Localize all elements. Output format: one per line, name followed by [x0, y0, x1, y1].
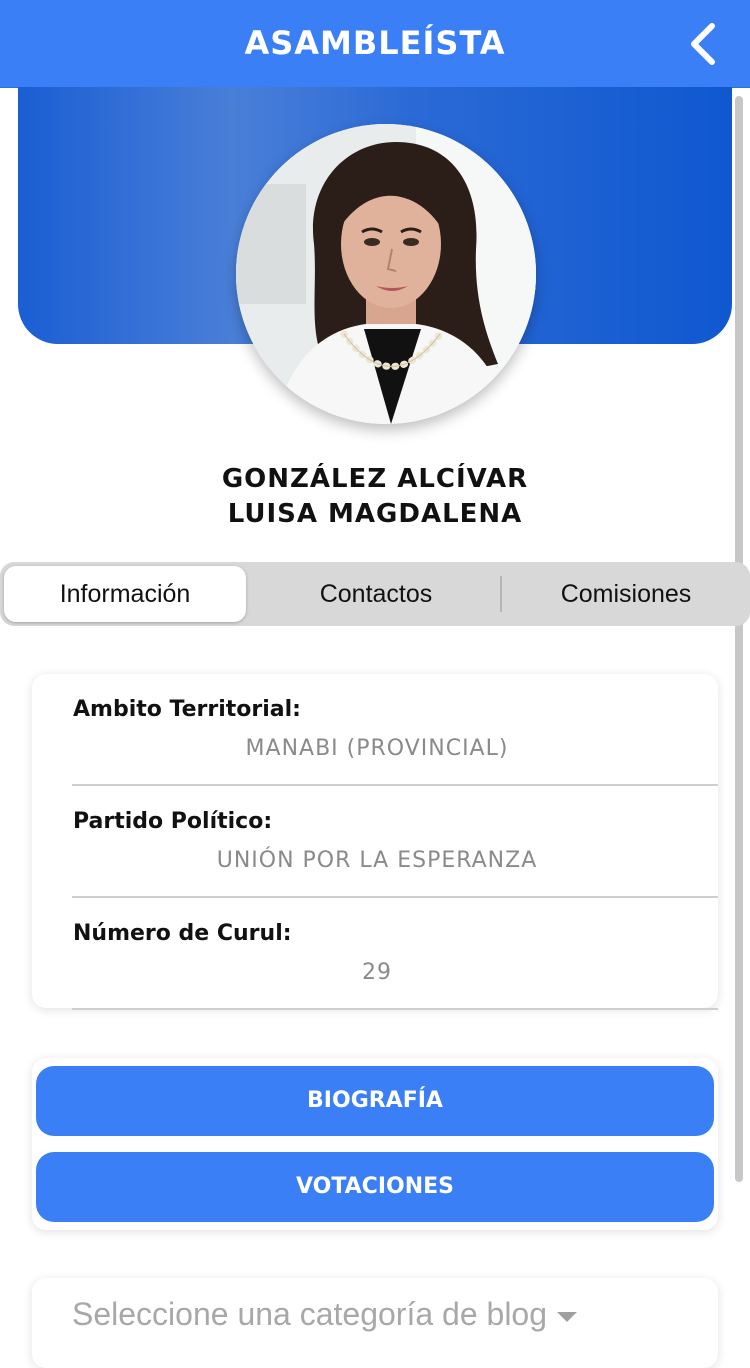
votaciones-button[interactable]: VOTACIONES: [36, 1152, 714, 1222]
caret-down-icon: [557, 1311, 578, 1322]
tab-comisiones[interactable]: Comisiones: [502, 566, 750, 622]
tab-contactos[interactable]: Contactos: [252, 566, 500, 622]
deputy-name-line2: LUISA MAGDALENA: [227, 499, 523, 529]
divider: [72, 1008, 718, 1010]
tab-divider: [500, 576, 502, 612]
divider: [72, 784, 718, 786]
tab-informacion[interactable]: Información: [4, 566, 246, 622]
territorial-label: Ambito Territorial:: [73, 697, 301, 722]
territorial-value: MANABI (PROVINCIAL): [245, 736, 509, 761]
party-value: UNIÓN POR LA ESPERANZA: [216, 848, 538, 873]
top-bar: ASAMBLEÍSTA: [0, 0, 750, 88]
biografia-button[interactable]: BIOGRAFÍA: [36, 1066, 714, 1136]
back-button[interactable]: [682, 20, 726, 68]
chevron-left-icon: [691, 23, 715, 65]
tab-bar: Información Contactos Comisiones: [0, 562, 750, 626]
blog-category-placeholder: Seleccione una categoría de blog: [72, 1296, 548, 1332]
divider: [72, 896, 718, 898]
seat-value: 29: [362, 960, 392, 985]
scrollbar[interactable]: [735, 96, 743, 1182]
blog-category-select[interactable]: Seleccione una categoría de blog: [72, 1296, 632, 1344]
party-label: Partido Político:: [73, 809, 273, 834]
page-title: ASAMBLEÍSTA: [244, 24, 506, 62]
deputy-name-line1: GONZÁLEZ ALCÍVAR: [221, 464, 529, 494]
seat-label: Número de Curul:: [73, 921, 292, 946]
info-card: [32, 674, 718, 1008]
profile-photo: [236, 124, 536, 424]
